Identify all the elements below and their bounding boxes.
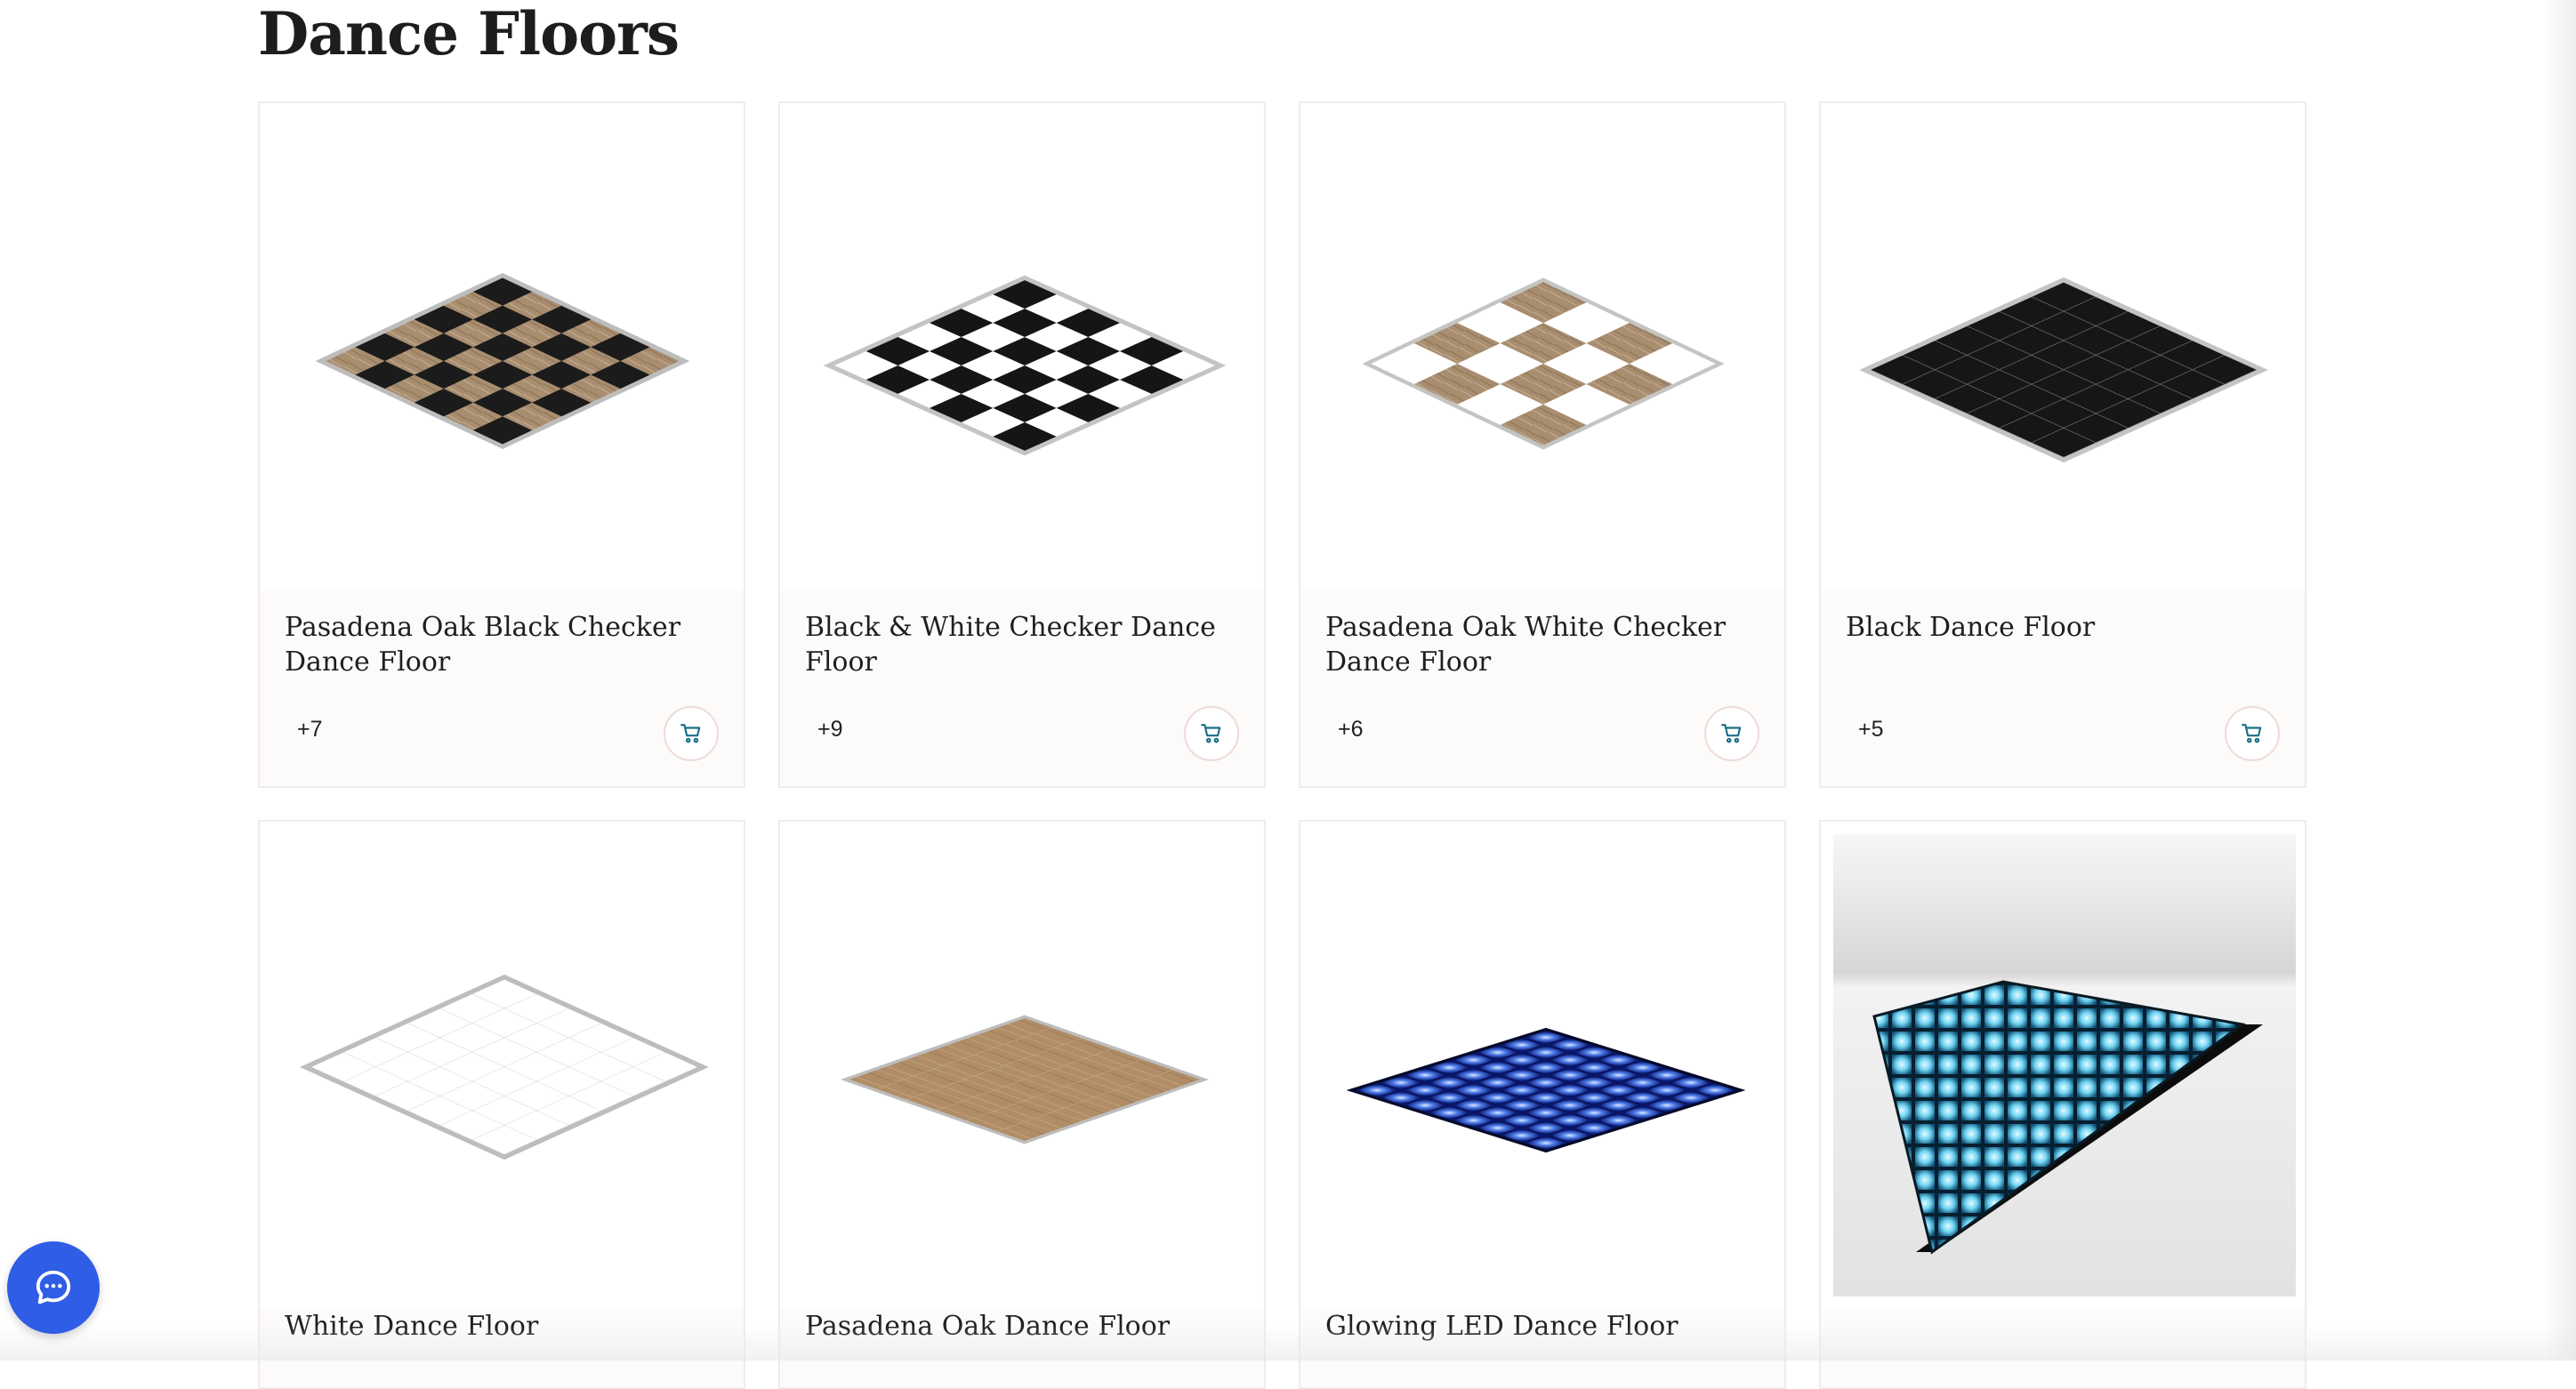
product-info: Glowing LED Dance Floor bbox=[1300, 1309, 1784, 1387]
product-name[interactable]: Pasadena Oak White Checker Dance Floor bbox=[1325, 610, 1743, 679]
product-card[interactable]: Black & White Checker Dance Floor +9 bbox=[778, 101, 1266, 788]
product-name[interactable]: Pasadena Oak Black Checker Dance Floor bbox=[285, 610, 703, 679]
product-info: White Dance Floor bbox=[260, 1309, 744, 1387]
product-image[interactable] bbox=[260, 822, 744, 1309]
product-info: Pasadena Oak White Checker Dance Floor +… bbox=[1300, 590, 1784, 786]
add-to-cart-button[interactable] bbox=[1184, 706, 1239, 761]
product-image[interactable] bbox=[780, 103, 1264, 590]
product-info: Pasadena Oak Dance Floor bbox=[780, 1309, 1264, 1387]
add-to-cart-button[interactable] bbox=[2225, 706, 2280, 761]
product-card[interactable]: White Dance Floor bbox=[258, 820, 745, 1389]
product-card[interactable]: Black Dance Floor +5 bbox=[1819, 101, 2306, 788]
product-info: Black Dance Floor +5 bbox=[1821, 590, 2305, 786]
chat-button[interactable] bbox=[7, 1241, 100, 1334]
product-name[interactable]: Black Dance Floor bbox=[1846, 610, 2264, 645]
variant-count: +6 bbox=[1338, 717, 1364, 742]
product-name[interactable]: Glowing LED Dance Floor bbox=[1325, 1309, 1743, 1344]
product-image[interactable] bbox=[1821, 822, 2305, 1309]
cart-icon bbox=[1201, 724, 1221, 743]
product-info bbox=[1821, 1309, 2305, 1387]
scrollbar-shadow bbox=[2544, 0, 2576, 1361]
product-name[interactable]: White Dance Floor bbox=[285, 1309, 703, 1344]
product-name[interactable]: Black & White Checker Dance Floor bbox=[805, 610, 1223, 679]
product-image[interactable] bbox=[1300, 103, 1784, 590]
cart-icon bbox=[1721, 724, 1742, 743]
product-card[interactable]: Pasadena Oak White Checker Dance Floor +… bbox=[1299, 101, 1786, 788]
cart-icon bbox=[680, 724, 701, 743]
variant-count: +5 bbox=[1858, 717, 1884, 742]
product-name[interactable]: Pasadena Oak Dance Floor bbox=[805, 1309, 1223, 1344]
product-info: Black & White Checker Dance Floor +9 bbox=[780, 590, 1264, 786]
chat-icon bbox=[36, 1270, 71, 1305]
variant-count: +9 bbox=[817, 717, 843, 742]
product-image[interactable] bbox=[1300, 822, 1784, 1309]
add-to-cart-button[interactable] bbox=[664, 706, 719, 761]
product-card[interactable]: Pasadena Oak Dance Floor bbox=[778, 820, 1266, 1389]
variant-count: +7 bbox=[297, 717, 323, 742]
product-info: Pasadena Oak Black Checker Dance Floor +… bbox=[260, 590, 744, 786]
product-card[interactable] bbox=[1819, 820, 2306, 1389]
product-card[interactable]: Pasadena Oak Black Checker Dance Floor +… bbox=[258, 101, 745, 788]
product-card[interactable]: Glowing LED Dance Floor bbox=[1299, 820, 1786, 1389]
page-title: Dance Floors bbox=[258, 0, 680, 68]
product-image[interactable] bbox=[1821, 103, 2305, 590]
product-image[interactable] bbox=[260, 103, 744, 590]
product-image[interactable] bbox=[780, 822, 1264, 1309]
cart-icon bbox=[2242, 724, 2262, 743]
add-to-cart-button[interactable] bbox=[1704, 706, 1759, 761]
